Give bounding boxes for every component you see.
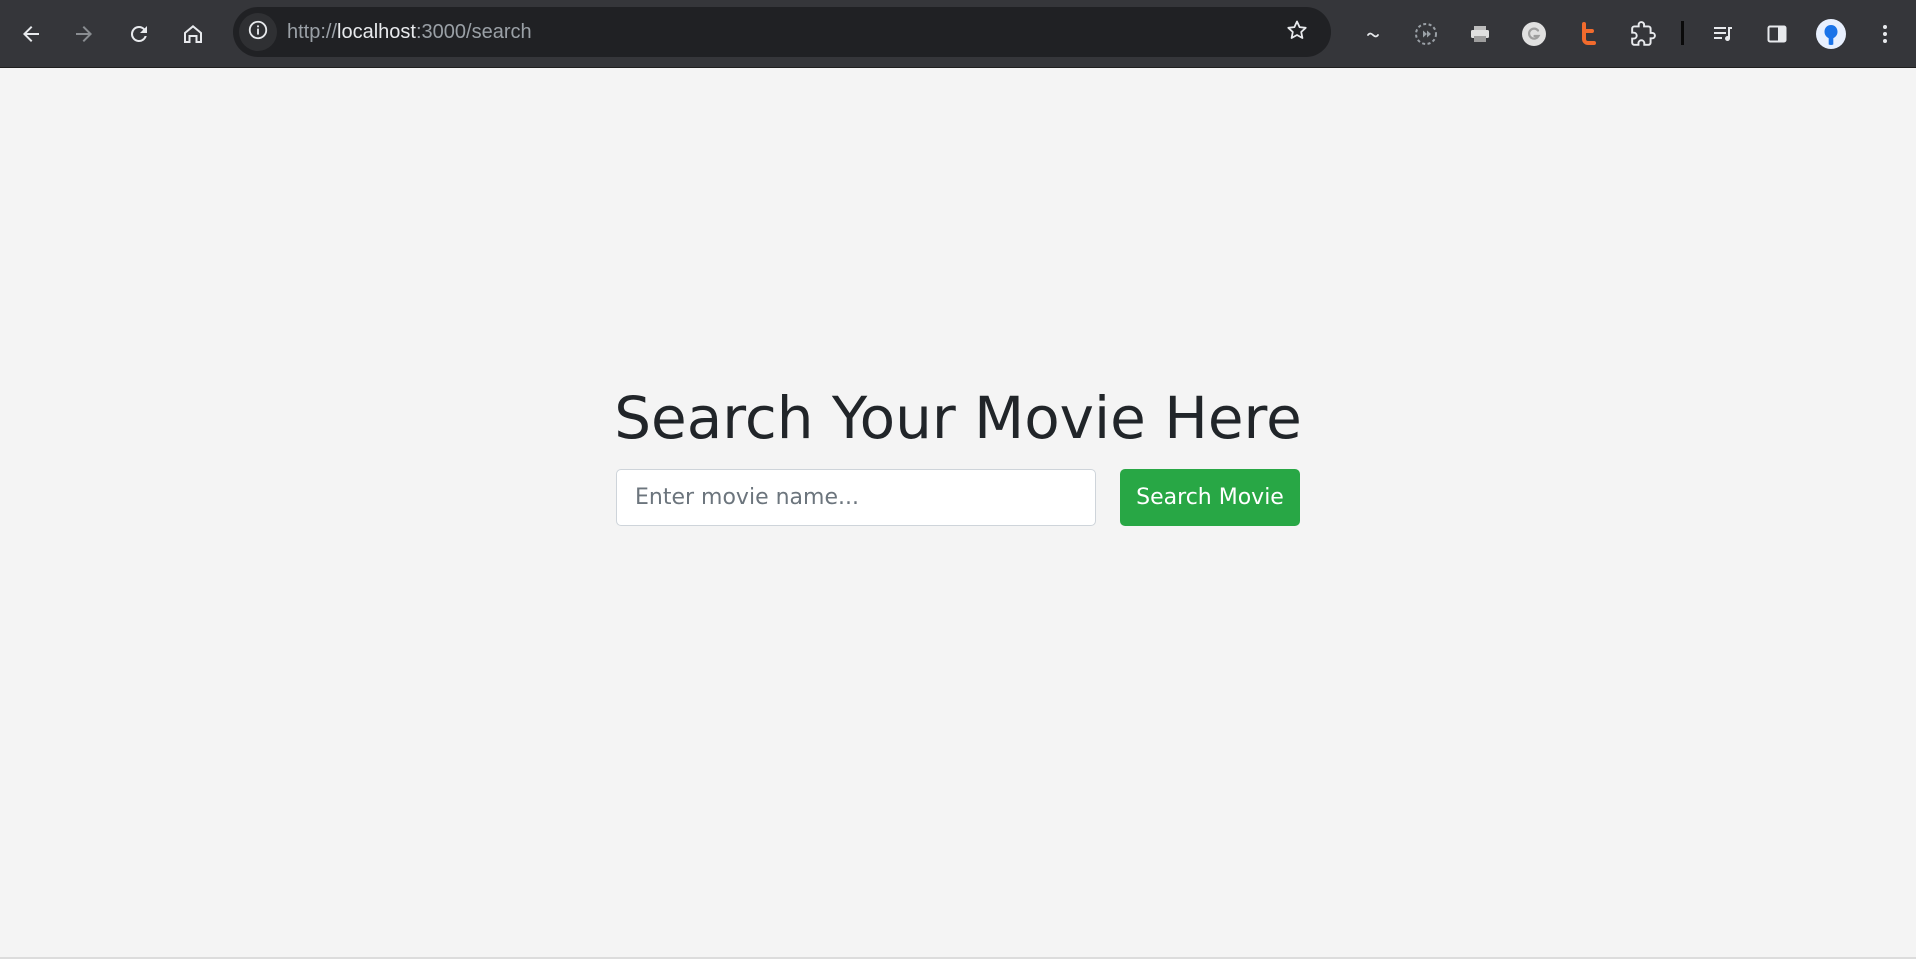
extensions-button[interactable]	[1621, 12, 1665, 56]
reload-button[interactable]	[117, 12, 161, 56]
extension-record-button[interactable]	[1404, 12, 1448, 56]
puzzle-icon	[1630, 21, 1656, 47]
t-extension-icon	[1576, 21, 1600, 47]
url-host: localhost	[337, 21, 416, 43]
kebab-menu-icon	[1873, 22, 1897, 46]
media-control-icon	[1711, 22, 1735, 46]
tilde-icon	[1363, 24, 1383, 44]
search-movie-button[interactable]: Search Movie	[1120, 469, 1300, 526]
arrow-right-icon	[72, 22, 96, 46]
avatar	[1815, 18, 1847, 50]
home-icon	[181, 22, 205, 46]
profile-button[interactable]	[1809, 12, 1853, 56]
browser-menu-button[interactable]	[1863, 12, 1907, 56]
info-icon	[247, 19, 269, 45]
grammarly-icon	[1521, 21, 1547, 47]
toolbar-divider	[1681, 21, 1684, 45]
url-scheme: http://	[287, 21, 338, 43]
url-path: :3000/search	[415, 21, 532, 43]
url-text[interactable]: http://localhost:3000/search	[287, 7, 532, 57]
printer-icon	[1468, 22, 1492, 46]
browser-toolbar: http://localhost:3000/search	[0, 0, 1916, 68]
address-bar[interactable]: http://localhost:3000/search	[233, 7, 1331, 57]
dashed-circle-icon	[1413, 21, 1439, 47]
forward-button[interactable]	[62, 12, 106, 56]
back-button[interactable]	[9, 12, 53, 56]
reload-icon	[127, 22, 151, 46]
bookmark-button[interactable]	[1277, 12, 1317, 52]
media-controls-button[interactable]	[1701, 12, 1745, 56]
extension-grammarly-button[interactable]	[1512, 12, 1556, 56]
extension-t-button[interactable]	[1566, 12, 1610, 56]
side-panel-icon	[1765, 22, 1789, 46]
star-icon	[1285, 18, 1309, 46]
home-button[interactable]	[171, 12, 215, 56]
extension-tilde-button[interactable]	[1351, 12, 1395, 56]
site-info-button[interactable]	[239, 13, 277, 51]
arrow-left-icon	[19, 22, 43, 46]
movie-search-input[interactable]	[616, 469, 1096, 526]
extension-printer-button[interactable]	[1458, 12, 1502, 56]
page-title: Search Your Movie Here	[614, 384, 1302, 452]
side-panel-button[interactable]	[1755, 12, 1799, 56]
